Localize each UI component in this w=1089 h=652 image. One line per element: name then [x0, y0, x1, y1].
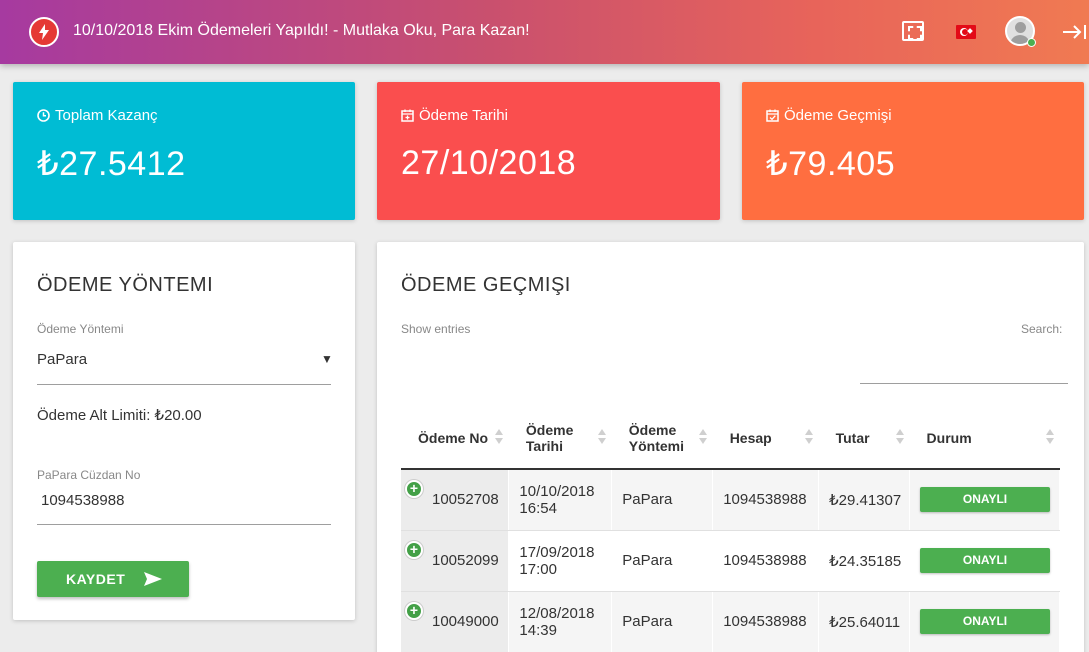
calendar-check-icon	[766, 109, 779, 122]
column-header-amount[interactable]: Tutar	[818, 407, 910, 470]
payment-history-value: ₺79.405	[766, 145, 896, 183]
expand-row-icon[interactable]: +	[405, 601, 423, 620]
payment-history-label: Ödeme Geçmişi	[784, 107, 892, 124]
method-select-value[interactable]: PaPara	[37, 351, 87, 368]
payment-account: 1094538988	[723, 552, 807, 569]
top-bar: 10/10/2018 Ekim Ödemeleri Yapıldı! - Mut…	[0, 0, 1089, 64]
payment-history-card: Ödeme Geçmişi ₺79.405	[742, 82, 1084, 220]
payment-method: PaPara	[622, 552, 673, 569]
total-earnings-value: ₺27.5412	[37, 145, 186, 183]
payment-date: 10/10/2018	[519, 482, 595, 500]
table-row: +10052708 10/10/2018 16:54 PaPara 1094538…	[401, 469, 1060, 531]
turkey-flag-icon[interactable]	[956, 25, 976, 39]
status-badge: ONAYLI	[920, 487, 1051, 513]
chevron-down-icon[interactable]: ▼	[321, 352, 333, 366]
calendar-plus-icon	[401, 109, 414, 122]
announcement-title[interactable]: 10/10/2018 Ekim Ödemeleri Yapıldı! - Mut…	[73, 20, 530, 42]
payment-date: 17/09/2018	[519, 543, 595, 561]
payment-date: 12/08/2018	[519, 604, 595, 622]
status-badge: ONAYLI	[920, 609, 1051, 634]
payment-method: PaPara	[622, 613, 673, 630]
sort-icon[interactable]	[597, 429, 606, 445]
column-header-date[interactable]: Ödeme Tarihi	[508, 407, 612, 470]
expand-row-icon[interactable]: +	[405, 540, 423, 559]
lightning-icon	[29, 17, 59, 47]
show-entries-label[interactable]: Show entries	[401, 322, 470, 336]
sort-icon[interactable]	[698, 429, 707, 445]
total-earnings-card: Toplam Kazanç ₺27.5412	[13, 82, 355, 220]
payment-date-value: 27/10/2018	[401, 144, 577, 182]
save-button[interactable]: KAYDET	[37, 561, 189, 597]
min-limit-text: Ödeme Alt Limiti: ₺20.00	[37, 407, 202, 424]
clock-icon	[37, 109, 50, 122]
payment-time: 17:00	[519, 560, 557, 578]
table-row: +10049000 12/08/2018 14:39 PaPara 1094538…	[401, 591, 1060, 652]
table-row: +10052099 17/09/2018 17:00 PaPara 1094538…	[401, 530, 1060, 592]
payment-account: 1094538988	[723, 491, 807, 509]
payment-no: 10052099	[432, 552, 499, 569]
payment-amount: ₺29.41307	[829, 491, 902, 509]
history-table: Ödeme No Ödeme Tarihi Ödeme Yöntemi Hesa…	[401, 407, 1060, 652]
search-input[interactable]	[860, 383, 1068, 384]
search-label: Search:	[1021, 322, 1063, 336]
payment-no: 10049000	[432, 613, 499, 630]
method-select-underline	[37, 384, 331, 385]
payment-amount: ₺25.64011	[829, 613, 901, 631]
payment-no: 10052708	[432, 491, 499, 509]
send-icon	[144, 572, 163, 586]
sort-icon[interactable]	[895, 429, 904, 445]
payment-date-label: Ödeme Tarihi	[419, 107, 508, 124]
payment-method-title: ÖDEME YÖNTEMI	[37, 274, 214, 296]
method-label: Ödeme Yöntemi	[37, 322, 124, 336]
column-header-method[interactable]: Ödeme Yöntemi	[611, 407, 713, 470]
expand-row-icon[interactable]: +	[405, 480, 423, 498]
column-header-no[interactable]: Ödeme No	[401, 407, 509, 470]
total-earnings-label: Toplam Kazanç	[55, 107, 158, 124]
logout-icon[interactable]	[1062, 22, 1088, 42]
payment-account: 1094538988	[723, 613, 807, 630]
sort-icon[interactable]	[494, 429, 503, 445]
status-badge: ONAYLI	[920, 548, 1051, 573]
wallet-field-underline	[37, 524, 331, 525]
column-header-status[interactable]: Durum	[909, 407, 1060, 470]
sort-icon[interactable]	[1045, 429, 1054, 445]
fullscreen-icon[interactable]	[902, 21, 924, 41]
payment-time: 16:54	[519, 499, 557, 517]
online-status-dot	[1027, 38, 1036, 47]
wallet-label: PaPara Cüzdan No	[37, 468, 141, 482]
save-button-label: KAYDET	[66, 571, 126, 587]
payment-date-card: Ödeme Tarihi 27/10/2018	[377, 82, 720, 220]
column-header-account[interactable]: Hesap	[712, 407, 819, 470]
history-title: ÖDEME GEÇMIŞI	[401, 274, 571, 296]
wallet-field[interactable]: 1094538988	[41, 492, 124, 509]
payment-amount: ₺24.35185	[829, 552, 902, 570]
payment-time: 14:39	[519, 621, 557, 639]
sort-icon[interactable]	[804, 429, 813, 445]
payment-method: PaPara	[622, 491, 673, 509]
